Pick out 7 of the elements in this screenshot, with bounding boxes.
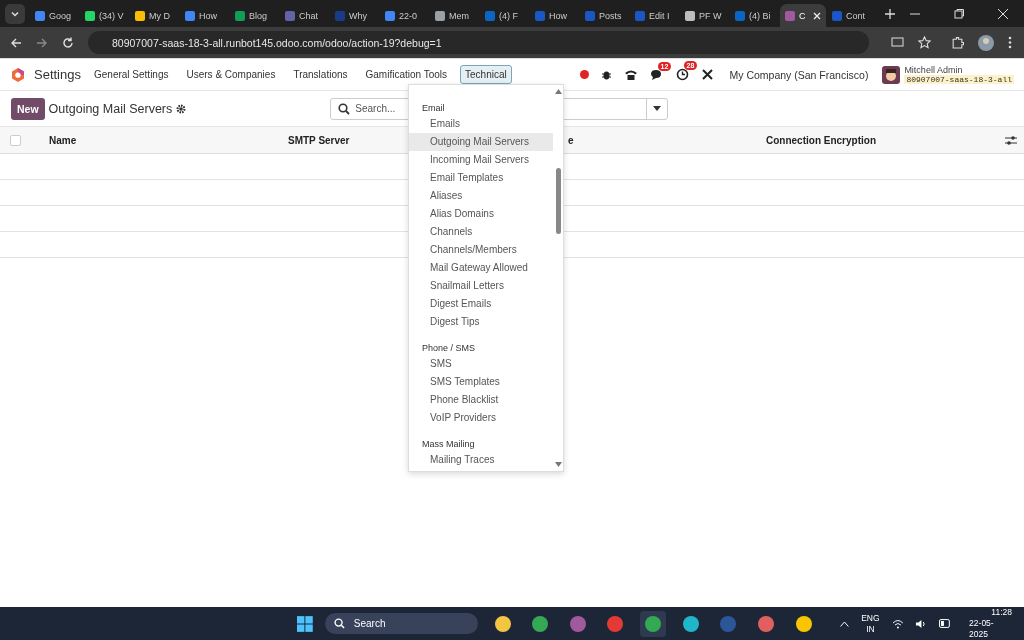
page-title: Outgoing Mail Servers	[48, 101, 173, 116]
database-name: 80907007-saas-18-3-all	[904, 75, 1014, 84]
region-indicator: IN	[866, 623, 875, 635]
menu-section-heading: Phone / SMS	[421, 342, 477, 355]
menu-section-heading: Email	[421, 102, 446, 115]
clock-date: 22-05-2025	[969, 618, 995, 640]
menu-section-heading: Mass Mailing	[421, 438, 476, 451]
